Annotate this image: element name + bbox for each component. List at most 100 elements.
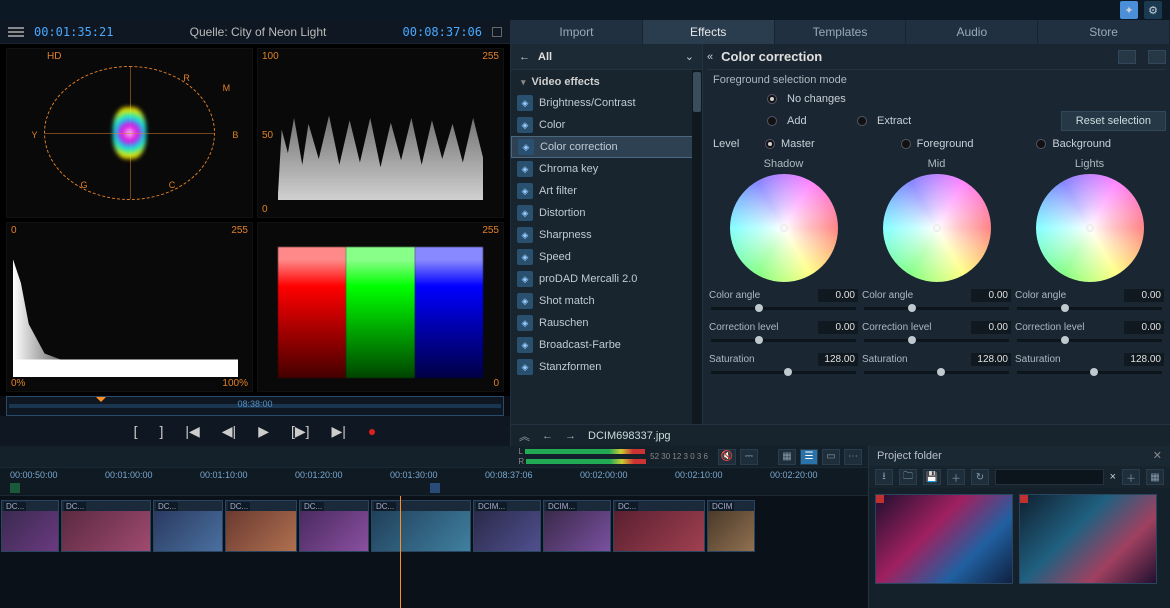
go-start-button[interactable]: |◀ xyxy=(185,423,199,440)
tab-store[interactable]: Store xyxy=(1038,20,1170,44)
slider-thumb[interactable] xyxy=(908,304,916,312)
timeline-clip[interactable]: DC... xyxy=(299,500,369,552)
timeline-clip[interactable]: DC... xyxy=(1,500,59,552)
fx-item-sharpness[interactable]: ◈Sharpness xyxy=(511,224,702,246)
slider-shadow-color_angle[interactable] xyxy=(711,307,856,310)
timecode-in[interactable]: 00:01:35:21 xyxy=(34,25,113,39)
tab-effects[interactable]: Effects xyxy=(643,20,775,44)
wheel-lights[interactable] xyxy=(1036,174,1144,282)
param-value-shadow-correction_level[interactable]: 0.00 xyxy=(818,321,858,334)
slider-lights-correction_level[interactable] xyxy=(1017,339,1162,342)
view-grid-button[interactable]: ▦ xyxy=(778,449,796,465)
fx-back-button[interactable]: ← xyxy=(519,51,530,63)
tab-templates[interactable]: Templates xyxy=(775,20,907,44)
timeline-clip[interactable]: DC... xyxy=(61,500,151,552)
timeline-clip[interactable]: DC... xyxy=(153,500,223,552)
slider-mid-saturation[interactable] xyxy=(864,371,1009,374)
panel-collapse-button[interactable]: « xyxy=(707,51,713,63)
cc-preset-dropdown[interactable] xyxy=(1118,50,1136,64)
play-range-button[interactable]: [▶] xyxy=(291,423,310,440)
fx-item-stanzformen[interactable]: ◈Stanzformen xyxy=(511,356,702,378)
timeline-clip[interactable]: DC... xyxy=(613,500,705,552)
param-value-mid-correction_level[interactable]: 0.00 xyxy=(971,321,1011,334)
slider-lights-saturation[interactable] xyxy=(1017,371,1162,374)
radio-add[interactable] xyxy=(767,116,777,126)
proj-save-button[interactable]: 💾 xyxy=(923,469,941,485)
fx-item-broadcast-farbe[interactable]: ◈Broadcast-Farbe xyxy=(511,334,702,356)
view-scene-button[interactable]: ▭ xyxy=(822,449,840,465)
crumb-back-button[interactable]: ← xyxy=(542,430,553,442)
slider-thumb[interactable] xyxy=(755,304,763,312)
radio-extract[interactable] xyxy=(857,116,867,126)
param-value-lights-saturation[interactable]: 128.00 xyxy=(1124,353,1164,366)
mark-in-button[interactable]: [ xyxy=(134,423,138,439)
fx-item-art-filter[interactable]: ◈Art filter xyxy=(511,180,702,202)
param-value-lights-color_angle[interactable]: 0.00 xyxy=(1124,289,1164,302)
slider-thumb[interactable] xyxy=(908,336,916,344)
param-value-mid-saturation[interactable]: 128.00 xyxy=(971,353,1011,366)
crumb-up-button[interactable]: ︽ xyxy=(519,428,530,444)
slider-shadow-saturation[interactable] xyxy=(711,371,856,374)
go-end-button[interactable]: ▶| xyxy=(332,423,346,440)
radio-no-changes[interactable] xyxy=(767,94,777,104)
proj-add-button[interactable]: ＋ xyxy=(947,469,965,485)
fx-scroll-thumb[interactable] xyxy=(693,72,701,112)
fx-subcategory[interactable]: Video effects xyxy=(511,70,702,92)
param-value-shadow-color_angle[interactable]: 0.00 xyxy=(818,289,858,302)
proj-import-button[interactable]: ⭳ xyxy=(875,469,893,485)
settings-button[interactable]: ⚙ xyxy=(1144,1,1162,19)
slider-thumb[interactable] xyxy=(755,336,763,344)
source-scrubber[interactable]: 08:38:00 xyxy=(6,396,504,416)
fx-item-shot-match[interactable]: ◈Shot match xyxy=(511,290,702,312)
slider-thumb[interactable] xyxy=(784,368,792,376)
marker-flag-1[interactable] xyxy=(10,483,20,493)
radio-background[interactable] xyxy=(1036,139,1046,149)
menu-button[interactable] xyxy=(8,27,24,37)
fx-item-chroma-key[interactable]: ◈Chroma key xyxy=(511,158,702,180)
view-list-button[interactable]: ☰ xyxy=(800,449,818,465)
slider-mid-color_angle[interactable] xyxy=(864,307,1009,310)
proj-folder-button[interactable]: 🗀 xyxy=(899,469,917,485)
slider-mid-correction_level[interactable] xyxy=(864,339,1009,342)
fx-item-color-correction[interactable]: ◈Color correction xyxy=(511,136,702,158)
magic-wand-button[interactable]: ✦ xyxy=(1120,1,1138,19)
scrubber-playhead[interactable] xyxy=(96,397,106,415)
tab-audio[interactable]: Audio xyxy=(906,20,1038,44)
project-close-button[interactable]: ✕ xyxy=(1153,446,1162,466)
timeline-tracks[interactable]: DC...DC...DC...DC...DC...DC...DCIM...DCI… xyxy=(0,496,868,608)
wheel-mid[interactable] xyxy=(883,174,991,282)
fx-item-rauschen[interactable]: ◈Rauschen xyxy=(511,312,702,334)
wheel-shadow[interactable] xyxy=(730,174,838,282)
timecode-out[interactable]: 00:08:37:06 xyxy=(403,25,482,39)
timeline-ruler[interactable]: 00:00:50:0000:01:00:0000:01:10:0000:01:2… xyxy=(0,468,868,496)
cc-compare-button[interactable] xyxy=(1148,50,1166,64)
view-opts-button[interactable]: ⋯ xyxy=(844,449,862,465)
project-thumbnail[interactable] xyxy=(1019,494,1157,584)
slider-lights-color_angle[interactable] xyxy=(1017,307,1162,310)
param-value-lights-correction_level[interactable]: 0.00 xyxy=(1124,321,1164,334)
fx-item-prodad-mercalli-2-0[interactable]: ◈proDAD Mercalli 2.0 xyxy=(511,268,702,290)
slider-thumb[interactable] xyxy=(937,368,945,376)
tab-import[interactable]: Import xyxy=(511,20,643,44)
slider-shadow-correction_level[interactable] xyxy=(711,339,856,342)
slider-thumb[interactable] xyxy=(1061,336,1069,344)
param-value-shadow-saturation[interactable]: 128.00 xyxy=(818,353,858,366)
slider-thumb[interactable] xyxy=(1061,304,1069,312)
record-button[interactable]: ● xyxy=(368,423,376,439)
crumb-fwd-button[interactable]: → xyxy=(565,430,576,442)
mixer-button[interactable]: ⎓ xyxy=(740,449,758,465)
timeline-clip[interactable]: DCIM... xyxy=(473,500,541,552)
fx-item-color[interactable]: ◈Color xyxy=(511,114,702,136)
fx-item-distortion[interactable]: ◈Distortion xyxy=(511,202,702,224)
proj-view-button[interactable]: ▦ xyxy=(1146,469,1164,485)
fx-scrollbar[interactable] xyxy=(692,70,702,424)
radio-master[interactable] xyxy=(765,139,775,149)
proj-search-input[interactable] xyxy=(995,469,1104,485)
marker-flag-2[interactable] xyxy=(430,483,440,493)
reset-selection-button[interactable]: Reset selection xyxy=(1061,111,1166,131)
proj-new-button[interactable]: ＋ xyxy=(1122,469,1140,485)
timeline-playhead[interactable] xyxy=(400,496,401,608)
popout-button[interactable] xyxy=(492,27,502,37)
mark-out-button[interactable]: ] xyxy=(159,423,163,439)
param-value-mid-color_angle[interactable]: 0.00 xyxy=(971,289,1011,302)
